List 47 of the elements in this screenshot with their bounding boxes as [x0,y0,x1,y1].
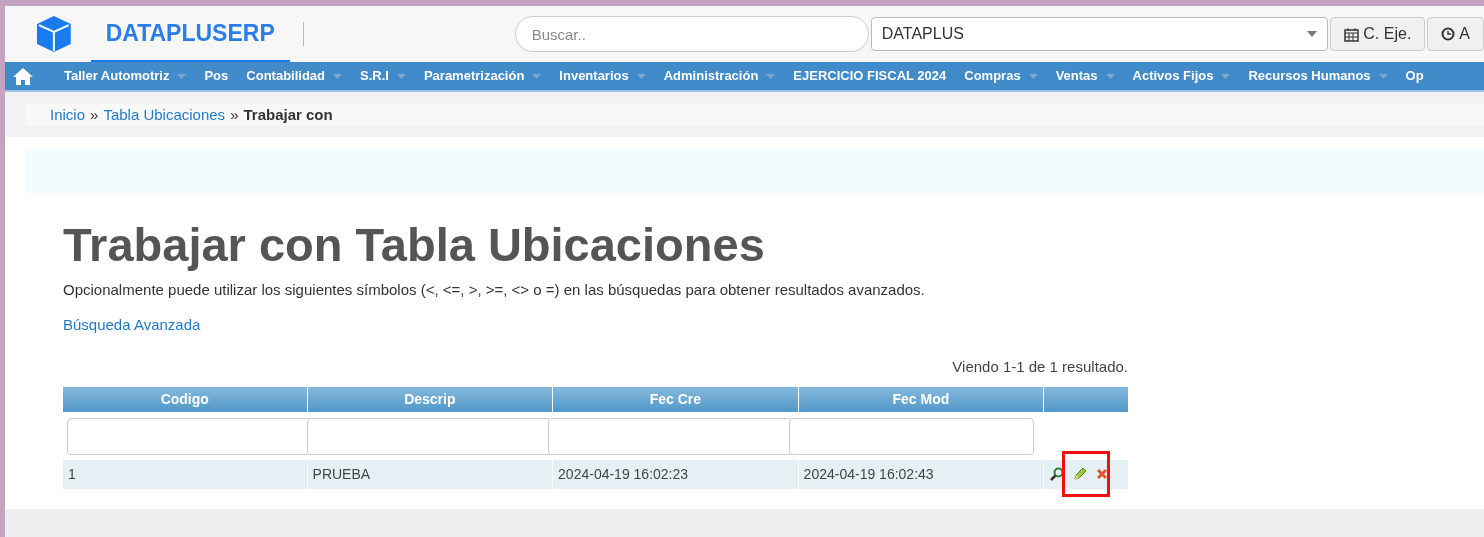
nav-menu-item[interactable]: Recursos Humanos [1248,66,1388,86]
filter-field[interactable] [548,417,793,455]
nav-menu-item[interactable]: Compras [964,66,1038,86]
home-icon[interactable] [12,67,34,85]
breadcrumb-separator: » [90,104,99,125]
toolbar-button[interactable]: C. Eje. [1330,17,1426,51]
breadcrumb-link[interactable]: Inicio [50,103,86,127]
nav-menu-item[interactable]: Inventarios [559,66,646,86]
nav-menu-item[interactable]: EJERCICIO FISCAL 2024 [793,66,947,86]
help-text: Opcionalmente puede utilizar los siguientes símbolos (<, <=, >, >=, <> o =) en las búsquedas para obtener resultados avanzados. [63,280,926,300]
results-summary: Viendo 1-1 de 1 resultado. [952,357,1128,377]
nav-menu-item[interactable]: Pos [204,66,229,86]
table-cell: 2024-04-19 16:02:43 [798,459,1044,489]
calendar-icon [1344,26,1360,42]
company-select[interactable]: DATAPLUS [870,17,1329,51]
breadcrumb-separator: » [230,104,239,125]
search-field[interactable]: Buscar.. [514,16,869,52]
advanced-search-link[interactable]: Búsqueda Avanzada [63,313,201,336]
caret-icon [1307,31,1318,37]
page-title: Trabajar con Tabla Ubicaciones [63,217,766,273]
delete-icon[interactable] [1096,468,1109,480]
nav-menu-item[interactable]: Activos Fijos [1132,66,1231,86]
filter-field[interactable] [307,417,552,455]
table-cell: PRUEBA [307,459,553,489]
column-header[interactable]: Fec Mod [798,386,1044,412]
table-cell: 2024-04-19 16:02:23 [553,459,798,489]
nav-menu-item[interactable]: Contabilidad [246,66,342,86]
filter-field[interactable] [67,417,311,455]
filter-field[interactable] [789,417,1034,455]
cube-logo-icon [35,15,73,53]
column-header[interactable]: Fec Cre [553,386,798,412]
search-icon[interactable] [1050,467,1065,481]
nav-menu-item[interactable]: Parametrización [423,66,542,86]
breadcrumb-link[interactable]: Tabla Ubicaciones [103,103,226,127]
clock-icon [1441,27,1456,41]
toolbar-button[interactable]: A [1427,17,1484,51]
column-header[interactable]: Codigo [63,386,307,412]
nav-menu-item[interactable]: S.R.I [360,66,406,86]
nav-menu-item[interactable]: Taller Automotriz [64,66,187,86]
nav-menu-item[interactable]: Ventas [1055,66,1115,86]
column-header[interactable]: Descrip [307,386,553,412]
pencil-icon[interactable] [1072,466,1089,482]
breadcrumb-current: Trabajar con [243,104,333,125]
nav-menu-item[interactable]: Administración [663,66,776,86]
table-cell: 1 [63,459,307,489]
brand-name[interactable]: DATAPLUSERP [105,15,275,51]
nav-menu-item[interactable]: Op [1405,66,1424,86]
